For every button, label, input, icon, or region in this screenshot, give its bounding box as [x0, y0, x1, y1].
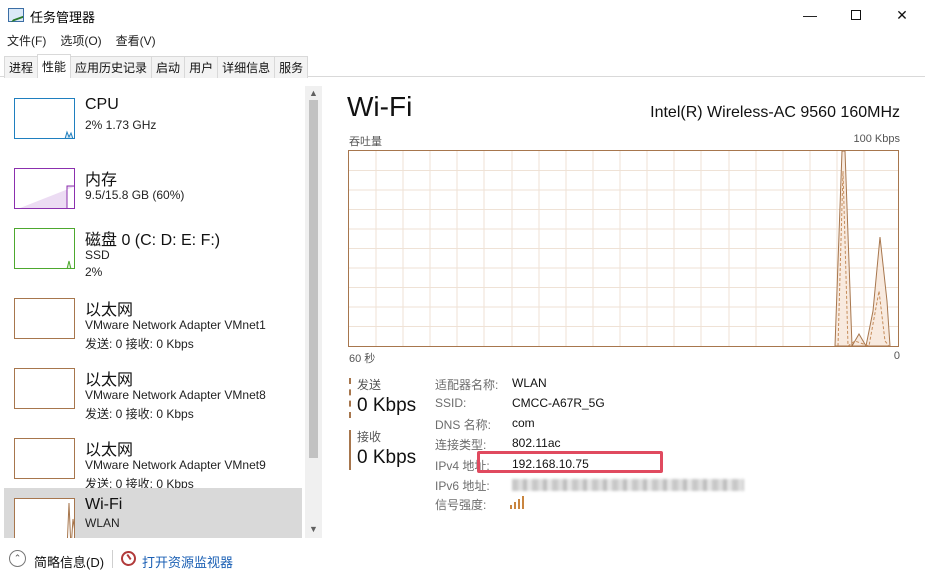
info-value-dns: com [512, 416, 535, 430]
info-label-signal: 信号强度: [435, 498, 487, 512]
send-indicator [349, 378, 351, 418]
tab-strip: 进程 性能 应用历史记录 启动 用户 详细信息 服务 [0, 54, 925, 78]
minimize-button[interactable]: — [787, 0, 833, 30]
task-manager-icon [8, 8, 24, 22]
signal-strength-icon [510, 495, 528, 509]
sidebar-item-detail: 9.5/15.8 GB (60%) [85, 188, 185, 202]
send-label: 发送 [357, 378, 382, 392]
sidebar-item-throughput: 发送: 0 接收: 0 Kbps [85, 407, 194, 421]
receive-label: 接收 [357, 430, 382, 444]
sidebar-item-detail: VMware Network Adapter VMnet8 [85, 388, 266, 402]
footer: ⌃ 简略信息(D) 打开资源监视器 [0, 544, 925, 584]
sidebar-item-title: 内存 [85, 172, 118, 189]
chart-label-throughput: 吞吐量 [349, 136, 382, 148]
receive-value: 0 Kbps [357, 447, 417, 468]
ipv6-redacted-value [512, 479, 744, 491]
close-button[interactable]: ✕ [879, 0, 925, 30]
sidebar-item-title: 磁盘 0 (C: D: E: F:) [85, 232, 221, 249]
cpu-thumbnail-graph [14, 98, 75, 139]
performance-sidebar: CPU 2% 1.73 GHz 内存 9.5/15.8 GB (60%) 磁盘 … [4, 86, 326, 538]
sidebar-item-detail: SSD [85, 248, 110, 262]
ethernet-thumbnail-graph [14, 438, 75, 479]
sidebar-item-title: CPU [85, 96, 119, 113]
minimize-icon: — [803, 7, 817, 23]
menu-file[interactable]: 文件(F) [0, 31, 53, 51]
memory-thumbnail-graph [14, 168, 75, 209]
tab-services[interactable]: 服务 [274, 56, 309, 78]
sidebar-item-detail: WLAN [85, 516, 120, 530]
throughput-graph [348, 150, 899, 348]
tab-users[interactable]: 用户 [184, 56, 219, 78]
wifi-thumbnail-graph [14, 498, 75, 538]
graph-gridlines [349, 151, 898, 346]
resource-monitor-icon[interactable] [121, 551, 136, 566]
tab-startup[interactable]: 启动 [151, 56, 186, 78]
info-value-connection-type: 802.11ac [512, 436, 561, 450]
info-value-ssid: CMCC-A67R_5G [512, 396, 605, 410]
menu-view[interactable]: 查看(V) [109, 31, 163, 51]
ethernet-thumbnail-graph [14, 298, 75, 339]
info-label-dns: DNS 名称: [435, 418, 492, 432]
scrollbar-thumb[interactable] [309, 100, 318, 458]
sidebar-item-detail: VMware Network Adapter VMnet9 [85, 458, 266, 472]
open-resource-monitor-link[interactable]: 打开资源监视器 [142, 552, 233, 571]
sidebar-scrollbar[interactable]: ▲ ▼ [305, 86, 322, 538]
sidebar-item-usage: 2% [85, 265, 103, 279]
sidebar-item-title: 以太网 [85, 372, 134, 389]
receive-indicator [349, 430, 351, 470]
close-icon: ✕ [896, 6, 908, 23]
maximize-button[interactable] [833, 0, 879, 30]
sidebar-item-cpu[interactable]: CPU 2% 1.73 GHz [4, 88, 302, 158]
info-value-adapter: WLAN [512, 376, 547, 390]
adapter-name: Intel(R) Wireless-AC 9560 160MHz [650, 104, 900, 121]
info-label-ipv6: IPv6 地址: [435, 479, 490, 493]
ethernet-thumbnail-graph [14, 368, 75, 409]
page-title: Wi-Fi [347, 91, 413, 122]
tab-details[interactable]: 详细信息 [217, 56, 276, 78]
tab-processes[interactable]: 进程 [4, 56, 39, 78]
throughput-graph-svg [349, 150, 898, 348]
sidebar-item-detail: VMware Network Adapter VMnet1 [85, 318, 266, 332]
sidebar-item-ethernet-vmnet8[interactable]: 以太网 VMware Network Adapter VMnet8 发送: 0 … [4, 358, 302, 428]
chart-label-duration: 60 秒 [349, 353, 376, 365]
maximize-icon [851, 10, 861, 20]
sidebar-item-throughput: 发送: 0 接收: 0 Kbps [85, 337, 194, 351]
ipv4-highlight [477, 451, 663, 473]
send-value: 0 Kbps [357, 395, 417, 416]
title-bar: 任务管理器 — ✕ [0, 0, 925, 30]
sidebar-item-ethernet-vmnet1[interactable]: 以太网 VMware Network Adapter VMnet1 发送: 0 … [4, 288, 302, 358]
fewer-details-button[interactable]: 简略信息(D) [34, 552, 104, 571]
sidebar-item-title: 以太网 [85, 302, 134, 319]
tab-performance[interactable]: 性能 [37, 54, 72, 78]
sidebar-item-disk[interactable]: 磁盘 0 (C: D: E: F:) SSD 2% [4, 218, 302, 288]
window-title: 任务管理器 [30, 10, 96, 25]
sidebar-item-wifi[interactable]: Wi-Fi WLAN [4, 488, 302, 538]
chevron-up-icon[interactable]: ⌃ [9, 550, 26, 567]
info-label-adapter: 适配器名称: [435, 378, 499, 392]
disk-thumbnail-graph [14, 228, 75, 269]
sidebar-item-detail: 2% 1.73 GHz [85, 118, 157, 132]
menu-bar: 文件(F) 选项(O) 查看(V) [0, 31, 163, 51]
menu-options[interactable]: 选项(O) [53, 31, 108, 51]
sidebar-item-title: 以太网 [85, 442, 134, 459]
sidebar-item-title: Wi-Fi [85, 496, 123, 513]
chart-label-max: 100 Kbps [853, 133, 900, 145]
tab-app-history[interactable]: 应用历史记录 [70, 56, 153, 78]
scroll-down-icon[interactable]: ▼ [305, 522, 322, 536]
scroll-up-icon[interactable]: ▲ [305, 86, 322, 100]
info-label-ssid: SSID: [435, 396, 467, 410]
chart-label-zero: 0 [893, 350, 900, 362]
footer-divider [112, 550, 113, 568]
